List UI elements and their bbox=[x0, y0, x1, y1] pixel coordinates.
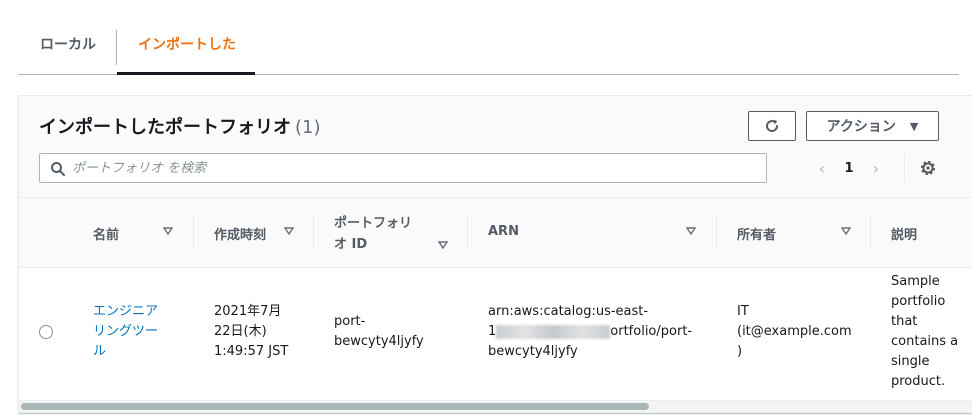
next-page-icon[interactable]: › bbox=[868, 159, 884, 178]
created-text: 22日(木) bbox=[214, 324, 267, 339]
table-row[interactable]: エンジニア リングツー ル 2021年7月 22日(木) 1:49:57 JST… bbox=[19, 268, 972, 398]
owner-cell: IT (it@example.com ) bbox=[737, 302, 867, 362]
row-select-radio[interactable] bbox=[39, 325, 53, 339]
tab-bar: ローカル インポートした bbox=[18, 0, 959, 75]
id-text: port- bbox=[334, 314, 366, 329]
portfolio-id-cell: port- bewcyty4ljyfy bbox=[334, 312, 464, 352]
refresh-button[interactable] bbox=[748, 111, 796, 141]
description-text: contains a bbox=[891, 334, 959, 349]
column-label: ポートフォリオ ID bbox=[334, 216, 413, 252]
arn-text-redacted-line: 1 ortfolio/port- bbox=[488, 322, 714, 342]
sort-icon bbox=[284, 227, 294, 236]
column-header-arn[interactable]: ARN bbox=[468, 198, 716, 268]
sort-icon bbox=[841, 227, 851, 236]
column-header-portfolio-id[interactable]: ポートフォリオ ID bbox=[314, 198, 466, 268]
imported-portfolios-panel: インポートしたポートフォリオ(1) アクション ▼ ‹ 1 › bbox=[18, 95, 972, 413]
name-text: リングツー bbox=[93, 324, 159, 339]
actions-label: アクション bbox=[826, 119, 896, 135]
owner-text: (it@example.com bbox=[737, 324, 852, 339]
settings-gear-icon[interactable] bbox=[918, 158, 938, 178]
portfolio-count: (1) bbox=[295, 117, 321, 138]
actions-dropdown-button[interactable]: アクション ▼ bbox=[806, 111, 939, 141]
sort-icon bbox=[163, 227, 173, 236]
caret-down-icon: ▼ bbox=[909, 119, 919, 133]
active-tab-indicator bbox=[117, 72, 255, 75]
arn-text: bewcyty4ljyfy bbox=[488, 344, 578, 359]
panel-title: インポートしたポートフォリオ (1) bbox=[39, 113, 321, 139]
description-text: product. bbox=[891, 374, 946, 389]
sort-icon bbox=[686, 227, 696, 236]
tab-imported[interactable]: インポートした bbox=[138, 30, 236, 74]
column-label: ARN bbox=[488, 224, 519, 239]
column-label: 作成時刻 bbox=[214, 228, 267, 243]
redacted-account-id bbox=[496, 324, 611, 339]
owner-text: IT bbox=[737, 304, 749, 319]
created-text: 2021年7月 bbox=[214, 304, 282, 319]
description-text: single bbox=[891, 354, 930, 369]
horizontal-scrollbar[interactable] bbox=[19, 400, 972, 412]
tab-divider bbox=[116, 30, 117, 65]
arn-cell: arn:aws:catalog:us-east- 1 ortfolio/port-… bbox=[488, 302, 714, 362]
column-header-description[interactable]: 説明 bbox=[871, 198, 972, 268]
column-header-created[interactable]: 作成時刻 bbox=[194, 198, 314, 268]
refresh-icon bbox=[766, 119, 779, 132]
description-text: that bbox=[891, 314, 918, 329]
created-text: 1:49:57 JST bbox=[214, 344, 289, 359]
portfolio-name-link[interactable]: エンジニア リングツー ル bbox=[93, 302, 183, 362]
panel-header: インポートしたポートフォリオ(1) アクション ▼ ‹ 1 › bbox=[19, 96, 972, 197]
column-label: 説明 bbox=[891, 228, 918, 243]
arn-text: arn:aws:catalog:us-east- bbox=[488, 304, 649, 319]
panel-title-text: インポートしたポートフォリオ bbox=[39, 117, 291, 138]
scrollbar-thumb[interactable] bbox=[21, 403, 649, 410]
name-text: エンジニア bbox=[93, 304, 159, 319]
column-label: 名前 bbox=[93, 228, 120, 243]
created-time-cell: 2021年7月 22日(木) 1:49:57 JST bbox=[214, 302, 314, 362]
sort-icon bbox=[438, 241, 448, 250]
column-label: 所有者 bbox=[737, 228, 777, 243]
description-cell: Sample portfolio that contains a single … bbox=[891, 272, 972, 392]
owner-text: ) bbox=[737, 344, 743, 359]
name-text: ル bbox=[93, 344, 107, 359]
page-number[interactable]: 1 bbox=[830, 161, 868, 176]
tab-local[interactable]: ローカル bbox=[40, 30, 96, 74]
search-input[interactable] bbox=[72, 154, 762, 182]
description-text: Sample bbox=[891, 274, 940, 289]
arn-text: ortfolio/port- bbox=[610, 324, 693, 339]
column-header-name[interactable]: 名前 bbox=[73, 198, 189, 268]
table-header: 名前 作成時刻 ポートフォリオ ID ARN 所有者 説明 bbox=[19, 197, 972, 268]
column-header-owner[interactable]: 所有者 bbox=[717, 198, 869, 268]
pagination: ‹ 1 › bbox=[814, 153, 884, 183]
description-text: portfolio bbox=[891, 294, 946, 309]
pagination-divider bbox=[904, 153, 905, 183]
previous-page-icon[interactable]: ‹ bbox=[814, 159, 830, 178]
search-icon bbox=[51, 162, 65, 176]
search-box bbox=[39, 153, 767, 183]
arn-text: 1 bbox=[488, 324, 497, 339]
id-text: bewcyty4ljyfy bbox=[334, 334, 424, 349]
